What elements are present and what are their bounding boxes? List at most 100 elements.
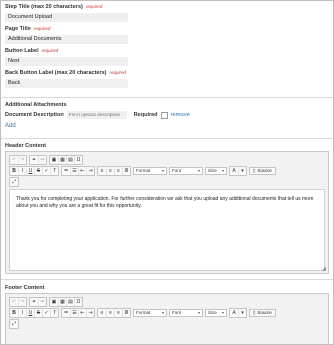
source-label: Source: [257, 168, 272, 173]
image-icon[interactable]: ▣: [50, 156, 58, 164]
align-right-icon[interactable]: ≡: [114, 308, 122, 317]
align-justify-icon[interactable]: ≣: [122, 166, 130, 175]
required-checkbox[interactable]: [160, 111, 168, 119]
checkmark-icon[interactable]: ✓: [42, 308, 50, 317]
required-marker: required: [109, 70, 126, 75]
table-icon[interactable]: ▦: [58, 297, 66, 306]
underline-icon[interactable]: U: [26, 166, 34, 175]
outdent-icon[interactable]: ⇤: [78, 166, 86, 175]
style-group: B I U S ✓ T: [9, 165, 59, 176]
bg-color-icon[interactable]: ▾: [238, 166, 246, 175]
numbered-list-icon[interactable]: ≔: [62, 167, 70, 175]
font-dropdown[interactable]: Font ▾: [169, 166, 203, 175]
source-icon: ▯: [253, 309, 256, 315]
required-marker: required: [85, 4, 103, 9]
align-left-icon[interactable]: ≡: [98, 309, 106, 317]
source-button[interactable]: ▯ Source: [249, 166, 276, 175]
maximize-icon[interactable]: ⤢: [10, 320, 18, 328]
outdent-icon[interactable]: ⇤: [78, 308, 86, 317]
align-group: ≡ ≡ ≡ ≣: [97, 307, 131, 318]
font-dropdown-label: Font: [172, 310, 182, 315]
add-attachment-link[interactable]: Add: [5, 123, 16, 129]
font-dropdown-label: Font: [172, 168, 182, 173]
text-color-icon[interactable]: A: [230, 309, 238, 317]
undo-icon[interactable]: ↶: [10, 156, 18, 164]
image-icon[interactable]: ▣: [50, 298, 58, 306]
italic-icon[interactable]: I: [18, 308, 26, 317]
chevron-down-icon: ▾: [221, 310, 224, 315]
size-dropdown-label: Size: [208, 168, 217, 173]
chevron-down-icon: ▾: [197, 310, 200, 315]
footer-content-title: Footer Content: [5, 285, 45, 291]
editor-toolbar-row-1: ↶ ↷ ⚭ ⚮ ▣ ▦ ▤ Ω: [9, 154, 83, 165]
strike-icon[interactable]: S: [34, 308, 42, 317]
button-label-label-text: Button Label: [5, 48, 39, 54]
link-icon[interactable]: ⚭: [30, 156, 38, 164]
attachments-heading: Additional Attachments: [5, 102, 67, 108]
insert-group: ▣ ▦ ▤ Ω: [49, 154, 83, 165]
text-color-icon[interactable]: A: [230, 167, 238, 175]
list-group: ≔ ☰ ⇤ ⇥: [61, 307, 95, 318]
bg-color-icon[interactable]: ▾: [238, 308, 246, 317]
indent-icon[interactable]: ⇥: [86, 166, 94, 175]
list-group: ≔ ☰ ⇤ ⇥: [61, 165, 95, 176]
insert-group: ▣ ▦ ▤ Ω: [49, 296, 83, 307]
source-button[interactable]: ▯ Source: [249, 308, 276, 317]
header-content-editor: ↶ ↷ ⚭ ⚮ ▣ ▦ ▤ Ω B I U S ✓ T ≔ ☰ ⇤ ⇥ ≡ ≡ …: [5, 151, 329, 274]
button-label-input[interactable]: Next: [5, 57, 128, 66]
undo-icon[interactable]: ↶: [10, 298, 18, 306]
back-button-label-input[interactable]: Back: [5, 79, 128, 88]
header-content-text: Thank you for completing your applicatio…: [16, 196, 314, 209]
font-dropdown[interactable]: Font ▾: [169, 308, 203, 317]
bold-icon[interactable]: B: [10, 167, 18, 175]
size-dropdown[interactable]: Size ▾: [205, 308, 227, 317]
table-icon[interactable]: ▦: [58, 155, 66, 164]
chevron-down-icon: ▾: [161, 310, 164, 315]
unlink-icon[interactable]: ⚮: [38, 155, 46, 164]
link-icon[interactable]: ⚭: [30, 298, 38, 306]
divider: [1, 279, 333, 280]
horizontal-rule-icon[interactable]: ▤: [66, 297, 74, 306]
step-title-input[interactable]: Document Upload: [5, 13, 128, 22]
history-group: ↶ ↷: [9, 154, 27, 165]
indent-icon[interactable]: ⇥: [86, 308, 94, 317]
align-left-icon[interactable]: ≡: [98, 167, 106, 175]
italic-icon[interactable]: I: [18, 166, 26, 175]
unlink-icon[interactable]: ⚮: [38, 297, 46, 306]
align-center-icon[interactable]: ≡: [106, 166, 114, 175]
format-dropdown[interactable]: Format ▾: [133, 166, 167, 175]
bullet-list-icon[interactable]: ☰: [70, 166, 78, 175]
strike-icon[interactable]: S: [34, 166, 42, 175]
align-center-icon[interactable]: ≡: [106, 308, 114, 317]
redo-icon[interactable]: ↷: [18, 297, 26, 306]
page-title-label: Page Title required: [5, 26, 50, 32]
document-description-input[interactable]: [66, 111, 127, 119]
bold-icon[interactable]: B: [10, 309, 18, 317]
resize-handle-icon[interactable]: ◢: [322, 267, 327, 272]
back-button-label-label: Back Button Label (max 20 characters) req…: [5, 70, 126, 76]
remove-format-icon[interactable]: T: [50, 308, 58, 317]
checkmark-icon[interactable]: ✓: [42, 166, 50, 175]
divider: [1, 97, 333, 98]
required-marker: required: [33, 26, 51, 31]
align-justify-icon[interactable]: ≣: [122, 308, 130, 317]
editor-toolbar-row-2: B I U S ✓ T ≔ ☰ ⇤ ⇥ ≡ ≡ ≡ ≣ Format ▾ Fon…: [9, 165, 276, 176]
size-dropdown[interactable]: Size ▾: [205, 166, 227, 175]
remove-link[interactable]: remove: [171, 112, 190, 118]
form-frame: Step Title (max 20 characters) required D…: [0, 0, 334, 345]
header-content-body[interactable]: Thank you for completing your applicatio…: [9, 189, 325, 271]
redo-icon[interactable]: ↷: [18, 155, 26, 164]
page-title-input[interactable]: Additional Documents: [5, 35, 128, 44]
format-dropdown[interactable]: Format ▾: [133, 308, 167, 317]
align-right-icon[interactable]: ≡: [114, 166, 122, 175]
style-group: B I U S ✓ T: [9, 307, 59, 318]
remove-format-icon[interactable]: T: [50, 166, 58, 175]
underline-icon[interactable]: U: [26, 308, 34, 317]
numbered-list-icon[interactable]: ≔: [62, 309, 70, 317]
horizontal-rule-icon[interactable]: ▤: [66, 155, 74, 164]
step-title-label-text: Step Title (max 20 characters): [5, 4, 83, 10]
bullet-list-icon[interactable]: ☰: [70, 308, 78, 317]
special-char-icon[interactable]: Ω: [74, 155, 82, 164]
special-char-icon[interactable]: Ω: [74, 297, 82, 306]
maximize-icon[interactable]: ⤢: [10, 178, 18, 186]
